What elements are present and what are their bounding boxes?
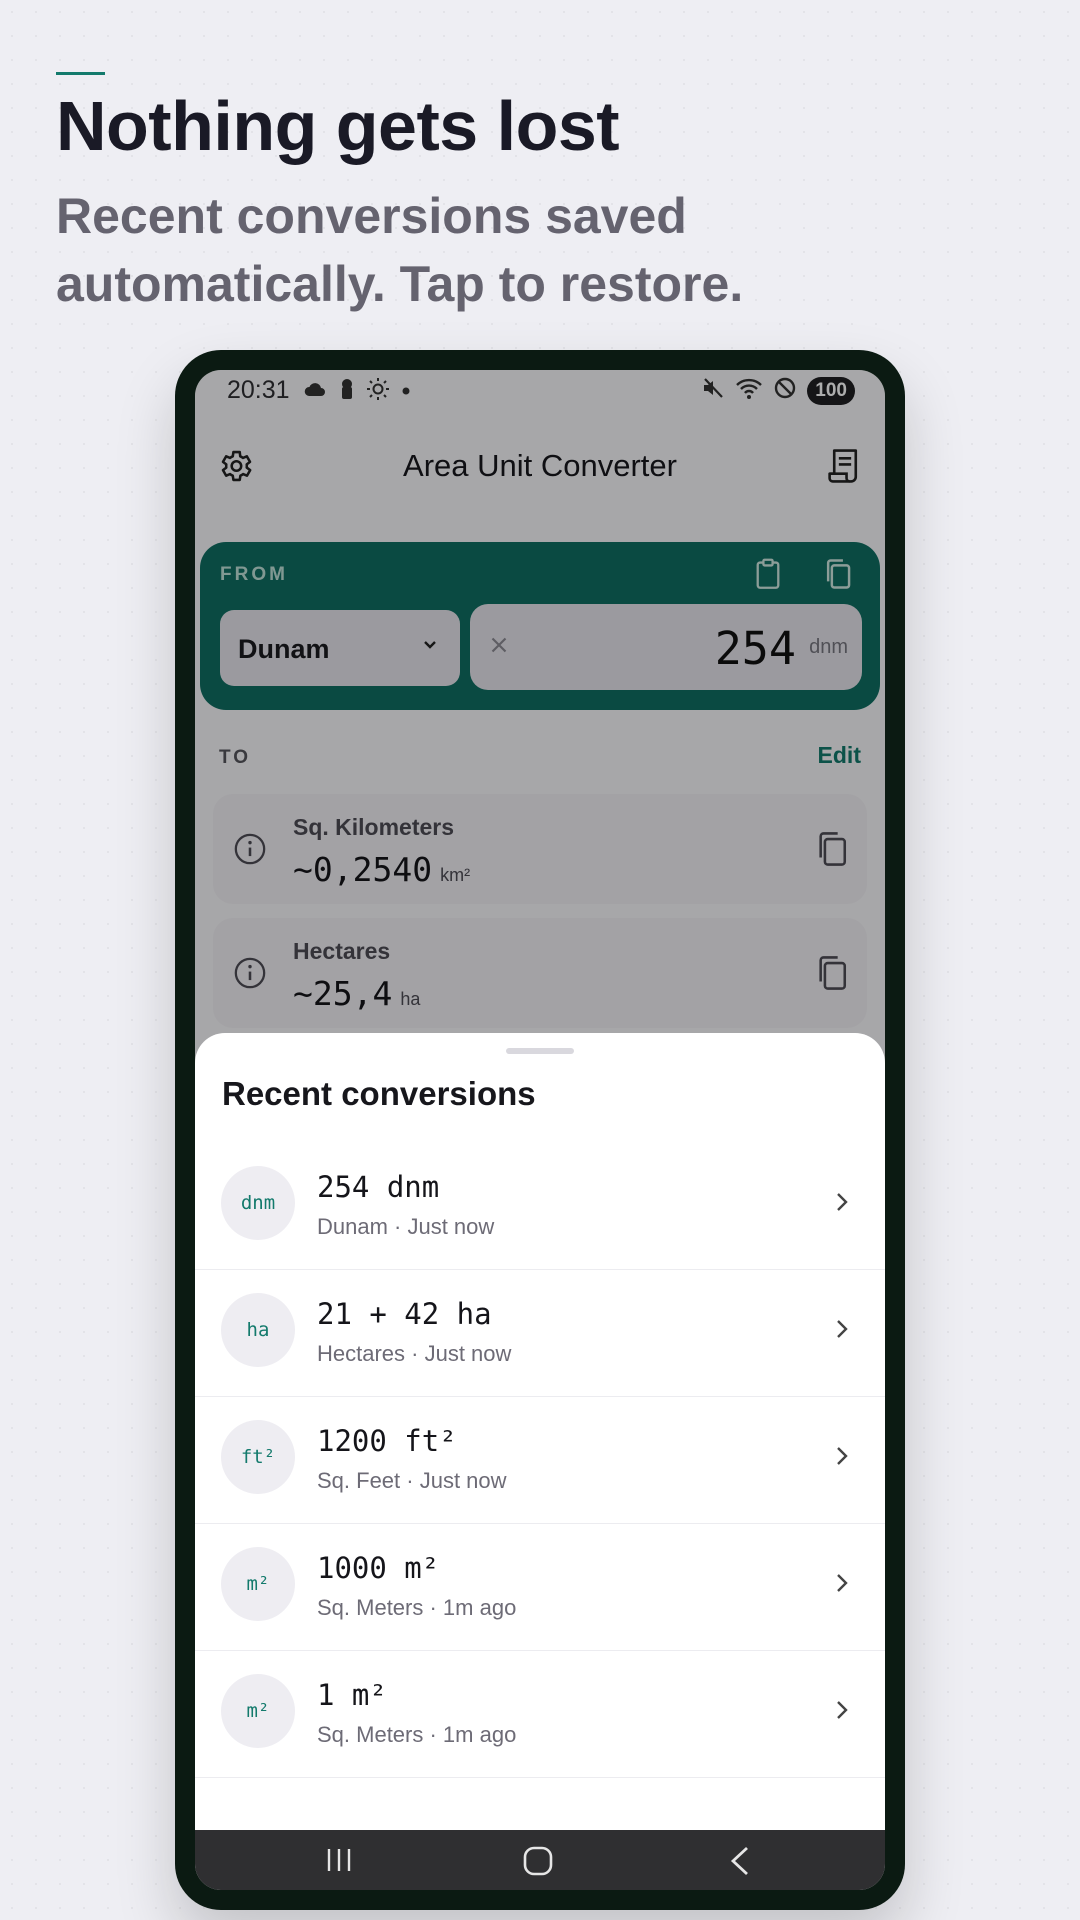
unit-badge: ha <box>221 1293 295 1367</box>
recent-item[interactable]: ft² 1200 ft² Sq. Feet · Just now <box>195 1397 885 1524</box>
promo-subheadline: Recent conversions saved automatically. … <box>56 188 744 312</box>
unit-badge: ft² <box>221 1420 295 1494</box>
drag-handle[interactable] <box>506 1048 574 1054</box>
home-icon[interactable] <box>521 1844 555 1883</box>
unit-badge: m² <box>221 1674 295 1748</box>
recent-item-title: 254 dnm <box>317 1170 440 1204</box>
phone-screen: 20:31 100 Area Unit Converter FROM Dunam… <box>195 370 885 1890</box>
unit-badge: dnm <box>221 1166 295 1240</box>
recent-item-subtitle: Sq. Meters · 1m ago <box>317 1595 517 1620</box>
recent-item-title: 1000 m² <box>317 1551 440 1585</box>
chevron-right-icon <box>835 1318 849 1345</box>
recent-item[interactable]: m² 1 m² Sq. Meters · 1m ago <box>195 1651 885 1778</box>
back-icon[interactable] <box>725 1844 755 1883</box>
recent-item-title: 21 + 42 ha <box>317 1297 492 1331</box>
recent-item[interactable]: ha 21 + 42 ha Hectares · Just now <box>195 1270 885 1397</box>
chevron-right-icon <box>835 1445 849 1472</box>
recent-apps-icon[interactable] <box>323 1844 355 1881</box>
chevron-right-icon <box>835 1572 849 1599</box>
recent-conversions-sheet: Recent conversions dnm 254 dnm Dunam · J… <box>195 1033 885 1830</box>
recent-item-subtitle: Hectares · Just now <box>317 1341 512 1366</box>
unit-badge: m² <box>221 1547 295 1621</box>
recent-item-subtitle: Sq. Feet · Just now <box>317 1468 507 1493</box>
chevron-right-icon <box>835 1191 849 1218</box>
promo-headline: Nothing gets lost <box>56 87 620 165</box>
recent-item-subtitle: Sq. Meters · 1m ago <box>317 1722 517 1747</box>
chevron-right-icon <box>835 1699 849 1726</box>
phone-frame: 20:31 100 Area Unit Converter FROM Dunam… <box>175 350 905 1910</box>
recent-item-title: 1 m² <box>317 1678 387 1712</box>
system-nav-bar <box>195 1830 885 1890</box>
recent-item[interactable]: m² 1000 m² Sq. Meters · 1m ago <box>195 1524 885 1651</box>
recent-item-subtitle: Dunam · Just now <box>317 1214 495 1239</box>
accent-line <box>56 72 105 75</box>
recent-item[interactable]: dnm 254 dnm Dunam · Just now <box>195 1143 885 1270</box>
recent-item-title: 1200 ft² <box>317 1424 457 1458</box>
sheet-title: Recent conversions <box>222 1075 536 1112</box>
